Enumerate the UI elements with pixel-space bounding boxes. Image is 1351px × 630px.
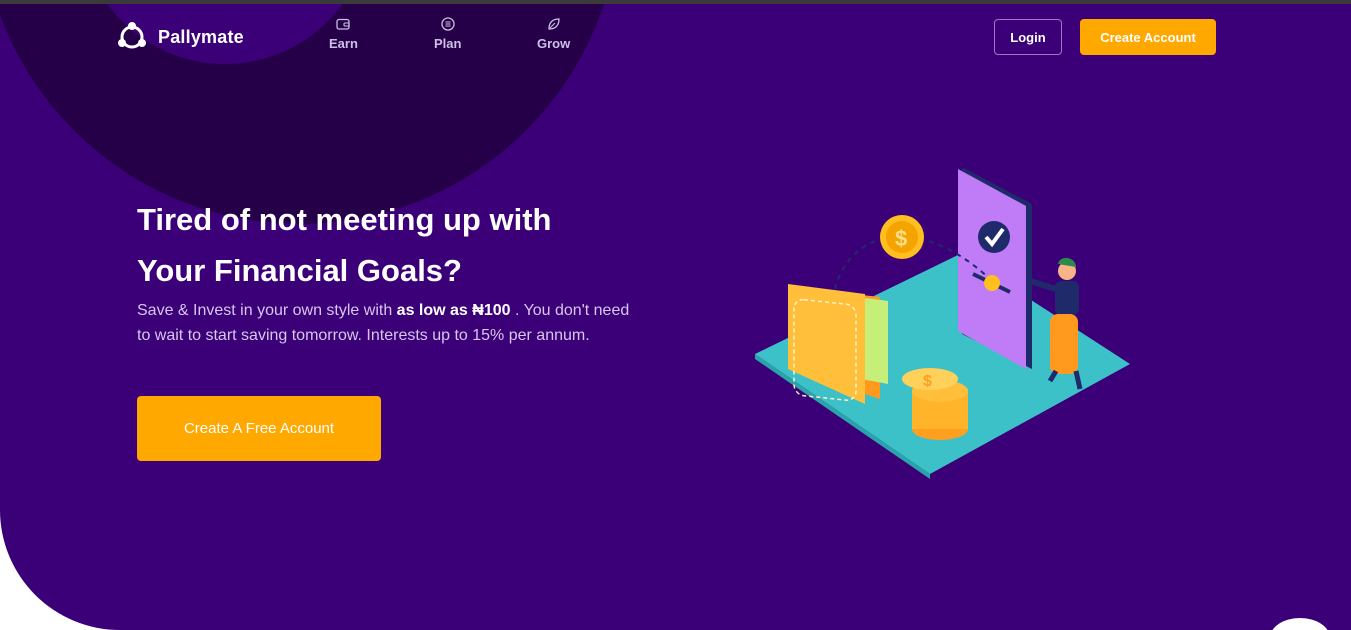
subtext-start: Save & Invest in your own style with: [137, 302, 397, 319]
hero-subtext: Save & Invest in your own style with as …: [137, 298, 637, 348]
nav-item-earn[interactable]: Earn: [329, 17, 358, 51]
subtext-min-amount: as low as ₦100: [396, 302, 511, 319]
create-account-button[interactable]: Create Account: [1080, 19, 1216, 55]
nav-item-grow[interactable]: Grow: [537, 17, 570, 51]
login-button[interactable]: Login: [994, 19, 1062, 55]
headline-line-2: Your Financial Goals?: [137, 253, 462, 288]
pallymate-logo-icon: [118, 22, 146, 49]
check-icon: [978, 221, 1010, 253]
decorative-dark-circle: [0, 4, 620, 224]
list-icon: [441, 17, 455, 31]
leaf-icon: [547, 18, 560, 30]
svg-text:$: $: [923, 373, 932, 390]
create-free-account-button[interactable]: Create A Free Account: [137, 396, 381, 461]
svg-text:$: $: [895, 226, 907, 251]
nav-item-label: Plan: [434, 36, 462, 51]
savings-illustration: $ $: [755, 167, 1130, 479]
chat-widget-button[interactable]: [1270, 618, 1330, 630]
wallet-icon: [336, 18, 351, 30]
nav-item-label: Grow: [537, 36, 571, 51]
nav-item-label: Earn: [329, 36, 358, 51]
hero-section: Pallymate Earn Plan Grow Login Create Ac…: [0, 4, 1351, 630]
headline-line-1: Tired of not meeting up with: [137, 202, 552, 237]
hero-headline: Tired of not meeting up with Your Financ…: [137, 194, 657, 296]
brand-logo[interactable]: Pallymate: [116, 21, 244, 53]
nav-item-plan[interactable]: Plan: [434, 17, 461, 51]
brand-name: Pallymate: [158, 26, 244, 47]
